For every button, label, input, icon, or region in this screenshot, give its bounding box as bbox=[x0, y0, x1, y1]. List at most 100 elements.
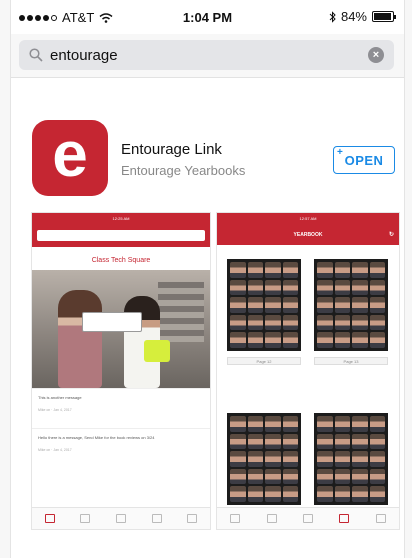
app-screenshot-yearbook[interactable]: 12:57 AM YEARBOOK ↻ Page 12 Page 13 bbox=[216, 212, 400, 530]
shelf bbox=[158, 282, 204, 342]
portrait-thumbnail bbox=[282, 416, 298, 432]
portrait-thumbnail bbox=[334, 468, 350, 485]
screenshot-status-bar: 12:25 AM bbox=[32, 213, 210, 225]
portrait-thumbnail bbox=[247, 433, 263, 450]
more-tab-icon bbox=[187, 514, 198, 523]
portrait-thumbnail bbox=[369, 468, 385, 485]
portrait-thumbnail bbox=[369, 332, 385, 348]
portrait-thumbnail bbox=[230, 297, 246, 313]
bluetooth-icon bbox=[329, 10, 336, 23]
portrait-thumbnail bbox=[282, 279, 298, 296]
app-icon[interactable]: e bbox=[32, 120, 108, 196]
portrait-thumbnail bbox=[369, 262, 385, 278]
clear-search-icon[interactable]: × bbox=[368, 47, 384, 63]
portrait-thumbnail bbox=[265, 468, 281, 485]
portrait-thumbnail bbox=[369, 433, 385, 450]
home-tab-icon bbox=[230, 514, 241, 523]
search-input[interactable]: entourage × bbox=[19, 40, 394, 70]
portrait-thumbnail bbox=[230, 468, 246, 485]
portrait-thumbnail bbox=[369, 451, 385, 467]
page-label: Page 13 bbox=[314, 357, 388, 365]
portrait-thumbnail bbox=[282, 332, 298, 348]
app-developer[interactable]: Entourage Yearbooks bbox=[121, 163, 245, 178]
portrait-thumbnail bbox=[230, 451, 246, 467]
portrait-thumbnail bbox=[317, 262, 333, 278]
battery-icon bbox=[372, 11, 396, 22]
book-tab-icon bbox=[151, 514, 162, 523]
person-1 bbox=[58, 290, 102, 388]
portrait-thumbnail bbox=[334, 332, 350, 348]
portrait-thumbnail bbox=[265, 314, 281, 331]
portrait-thumbnail bbox=[317, 468, 333, 485]
portrait-thumbnail bbox=[230, 314, 246, 331]
message-meta: Mike on · Jan 4, 2017 bbox=[38, 448, 72, 452]
portrait-thumbnail bbox=[352, 314, 368, 331]
portrait-thumbnail bbox=[317, 314, 333, 331]
tag-tooltip bbox=[82, 312, 142, 332]
plus-icon: + bbox=[337, 147, 344, 158]
portrait-thumbnail bbox=[265, 486, 281, 502]
book-tab-icon bbox=[339, 514, 350, 523]
portrait-thumbnail bbox=[369, 297, 385, 313]
portrait-thumbnail bbox=[247, 332, 263, 348]
yearbook-title: YEARBOOK bbox=[293, 232, 323, 238]
page-label: Page 12 bbox=[227, 357, 301, 365]
portrait-thumbnail bbox=[247, 486, 263, 502]
yearbook-header: YEARBOOK ↻ bbox=[217, 225, 399, 245]
portrait-thumbnail bbox=[334, 314, 350, 331]
message-item: Hello there is a message, Send Mike for … bbox=[32, 428, 210, 468]
status-bar: AT&T 1:04 PM 84% bbox=[11, 0, 404, 34]
search-icon bbox=[29, 48, 43, 62]
app-icon-letter: e bbox=[52, 118, 88, 190]
message-text: This is another message bbox=[38, 395, 82, 400]
screenshot-time: 12:57 AM bbox=[299, 216, 317, 221]
portrait-thumbnail bbox=[247, 297, 263, 313]
yearbook-page bbox=[227, 259, 301, 351]
screenshot-status-bar: 12:57 AM bbox=[217, 213, 399, 225]
message-item: This is another message Mike on · Jan 4,… bbox=[32, 388, 210, 428]
screenshot-title: Class Tech Square bbox=[91, 257, 151, 264]
portrait-thumbnail bbox=[369, 486, 385, 502]
open-button-label: OPEN bbox=[344, 152, 384, 168]
portrait-thumbnail bbox=[352, 279, 368, 296]
search-bar: entourage × bbox=[11, 34, 404, 78]
search-query[interactable]: entourage bbox=[50, 47, 368, 64]
message-text: Hello there is a message, Send Mike for … bbox=[38, 435, 155, 440]
screenshot-photo bbox=[32, 270, 210, 388]
portrait-thumbnail bbox=[230, 433, 246, 450]
portrait-thumbnail bbox=[282, 297, 298, 313]
app-name[interactable]: Entourage Link bbox=[121, 141, 222, 158]
portrait-thumbnail bbox=[334, 416, 350, 432]
portrait-thumbnail bbox=[282, 468, 298, 485]
shop-tab-icon bbox=[115, 514, 126, 523]
portrait-thumbnail bbox=[247, 451, 263, 467]
portrait-thumbnail bbox=[247, 314, 263, 331]
yearbook-page bbox=[227, 413, 301, 505]
portrait-thumbnail bbox=[352, 433, 368, 450]
portrait-thumbnail bbox=[230, 279, 246, 296]
shop-tab-icon bbox=[302, 514, 313, 523]
portrait-thumbnail bbox=[334, 262, 350, 278]
portrait-thumbnail bbox=[334, 433, 350, 450]
portrait-thumbnail bbox=[352, 297, 368, 313]
refresh-icon: ↻ bbox=[388, 232, 394, 238]
screenshot-tab-bar bbox=[217, 507, 399, 529]
portrait-thumbnail bbox=[230, 332, 246, 348]
open-button[interactable]: + OPEN bbox=[333, 146, 395, 174]
screenshot-time: 12:25 AM bbox=[112, 216, 130, 221]
portrait-thumbnail bbox=[352, 451, 368, 467]
portrait-thumbnail bbox=[369, 279, 385, 296]
portrait-thumbnail bbox=[317, 486, 333, 502]
status-right: 84% bbox=[329, 9, 396, 24]
portrait-thumbnail bbox=[369, 314, 385, 331]
yearbook-page bbox=[314, 259, 388, 351]
portrait-thumbnail bbox=[265, 262, 281, 278]
portrait-thumbnail bbox=[352, 332, 368, 348]
portrait-thumbnail bbox=[352, 486, 368, 502]
more-tab-icon bbox=[375, 514, 386, 523]
portrait-thumbnail bbox=[282, 451, 298, 467]
screenshot-tab-bar bbox=[32, 507, 210, 529]
portrait-thumbnail bbox=[230, 486, 246, 502]
portrait-thumbnail bbox=[334, 486, 350, 502]
app-screenshot-messages[interactable]: 12:25 AM Class Tech Square This is anoth… bbox=[31, 212, 211, 530]
